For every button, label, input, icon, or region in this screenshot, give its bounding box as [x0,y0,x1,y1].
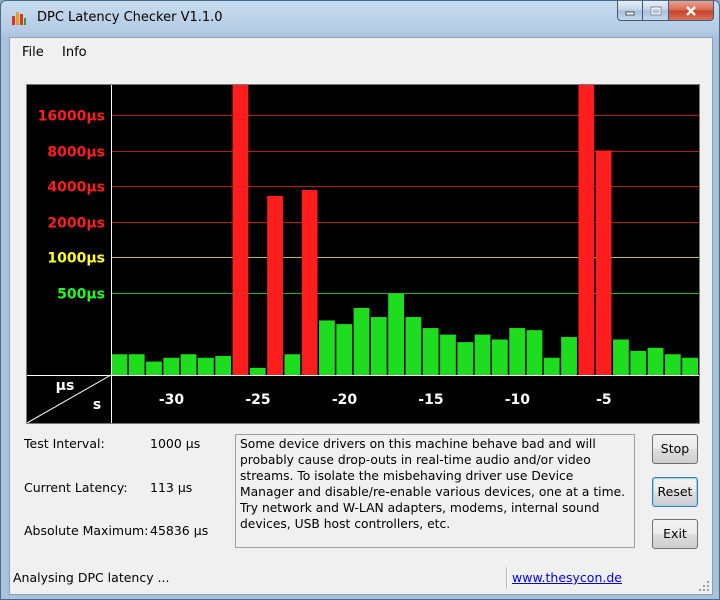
latency-bar [319,320,335,375]
exit-button[interactable]: Exit [652,519,698,549]
y-tick-label: 1000µs [47,251,105,267]
close-button[interactable] [669,1,714,21]
x-tick-label: -10 [505,392,531,408]
latency-bar [440,334,456,375]
status-bar: Analysing DPC latency ... www.thesycon.d… [10,564,712,594]
latency-bar [336,324,353,375]
y-tick-label: 2000µs [47,216,105,232]
latency-bar [682,357,698,375]
latency-bar [180,354,197,375]
latency-bar [630,350,647,375]
minimize-button[interactable] [617,1,643,21]
latency-bar [249,367,266,375]
latency-bar [509,328,526,375]
latency-bar [146,361,162,375]
latency-bar [128,354,145,375]
latency-bar [491,339,508,375]
latency-bar [111,354,128,375]
x-tick-label: -5 [596,392,612,408]
status-text: Analysing DPC latency ... [13,570,170,585]
latency-bar [474,334,491,375]
maximize-button[interactable] [643,1,669,21]
stop-button[interactable]: Stop [652,434,698,464]
latency-bar [215,355,232,375]
latency-bar [422,328,439,375]
latency-chart: 16000µs 8000µs 4000µs 2000µs 1000µs 500µs µs s -… [27,85,699,423]
latency-bar [232,85,249,375]
reset-button[interactable]: Reset [652,477,698,507]
app-window: DPC Latency Checker V1.1.0 File Info 160… [0,0,720,600]
y-tick-label: 16000µs [38,109,105,125]
latency-bar [561,336,577,375]
y-axis-unit-label: µs [56,378,75,394]
y-tick-label: 4000µs [47,180,105,196]
x-axis-unit-label: s [93,397,101,413]
latency-graph: 16000µs 8000µs 4000µs 2000µs 1000µs 500µs µs s -… [26,84,700,424]
latency-bar [405,317,422,375]
menu-info[interactable]: Info [62,45,87,60]
latency-bar [613,339,629,375]
minimize-icon [625,11,635,15]
x-tick-label: -25 [245,392,270,408]
test-interval-value: 1000 µs [150,436,201,451]
latency-bar [353,307,370,375]
menu-file[interactable]: File [22,45,44,60]
menu-bar: File Info [10,38,712,66]
x-tick-label: -20 [332,392,358,408]
latency-bar [647,347,664,375]
latency-bar [526,330,543,375]
latency-bar [301,190,318,375]
window-title: DPC Latency Checker V1.1.0 [37,10,223,25]
title-bar[interactable]: DPC Latency Checker V1.1.0 [1,1,719,37]
client-area: File Info 16000µs 8000µs 4000µs 2000µs 1000µ… [9,37,713,595]
latency-bar [197,357,214,375]
message-text: Some device drivers on this machine beha… [235,434,635,548]
latency-bar [388,293,404,375]
x-tick-label: -30 [159,392,185,408]
latency-bar [267,195,283,375]
current-latency-label: Current Latency: [24,480,128,495]
status-separator [506,567,508,589]
test-interval-label: Test Interval: [24,436,105,451]
y-tick-label: 8000µs [47,145,105,161]
latency-bar [664,354,681,375]
absolute-max-value: 45836 µs [150,523,209,538]
window-controls [617,1,714,23]
app-icon [12,12,26,25]
maximize-icon [649,5,662,16]
latency-bar [595,150,612,375]
latency-bar [284,354,301,375]
x-tick-label: -15 [418,392,443,408]
latency-bar [543,357,560,375]
latency-bar [370,317,387,375]
resize-grip-icon[interactable] [698,580,710,592]
y-tick-label: 500µs [57,287,105,303]
latency-bar [163,357,180,375]
close-icon [686,5,696,16]
absolute-max-label: Absolute Maximum: [24,523,149,538]
website-link[interactable]: www.thesycon.de [512,570,622,585]
latency-bar [457,342,474,375]
latency-bar [578,85,595,375]
current-latency-value: 113 µs [150,480,193,495]
